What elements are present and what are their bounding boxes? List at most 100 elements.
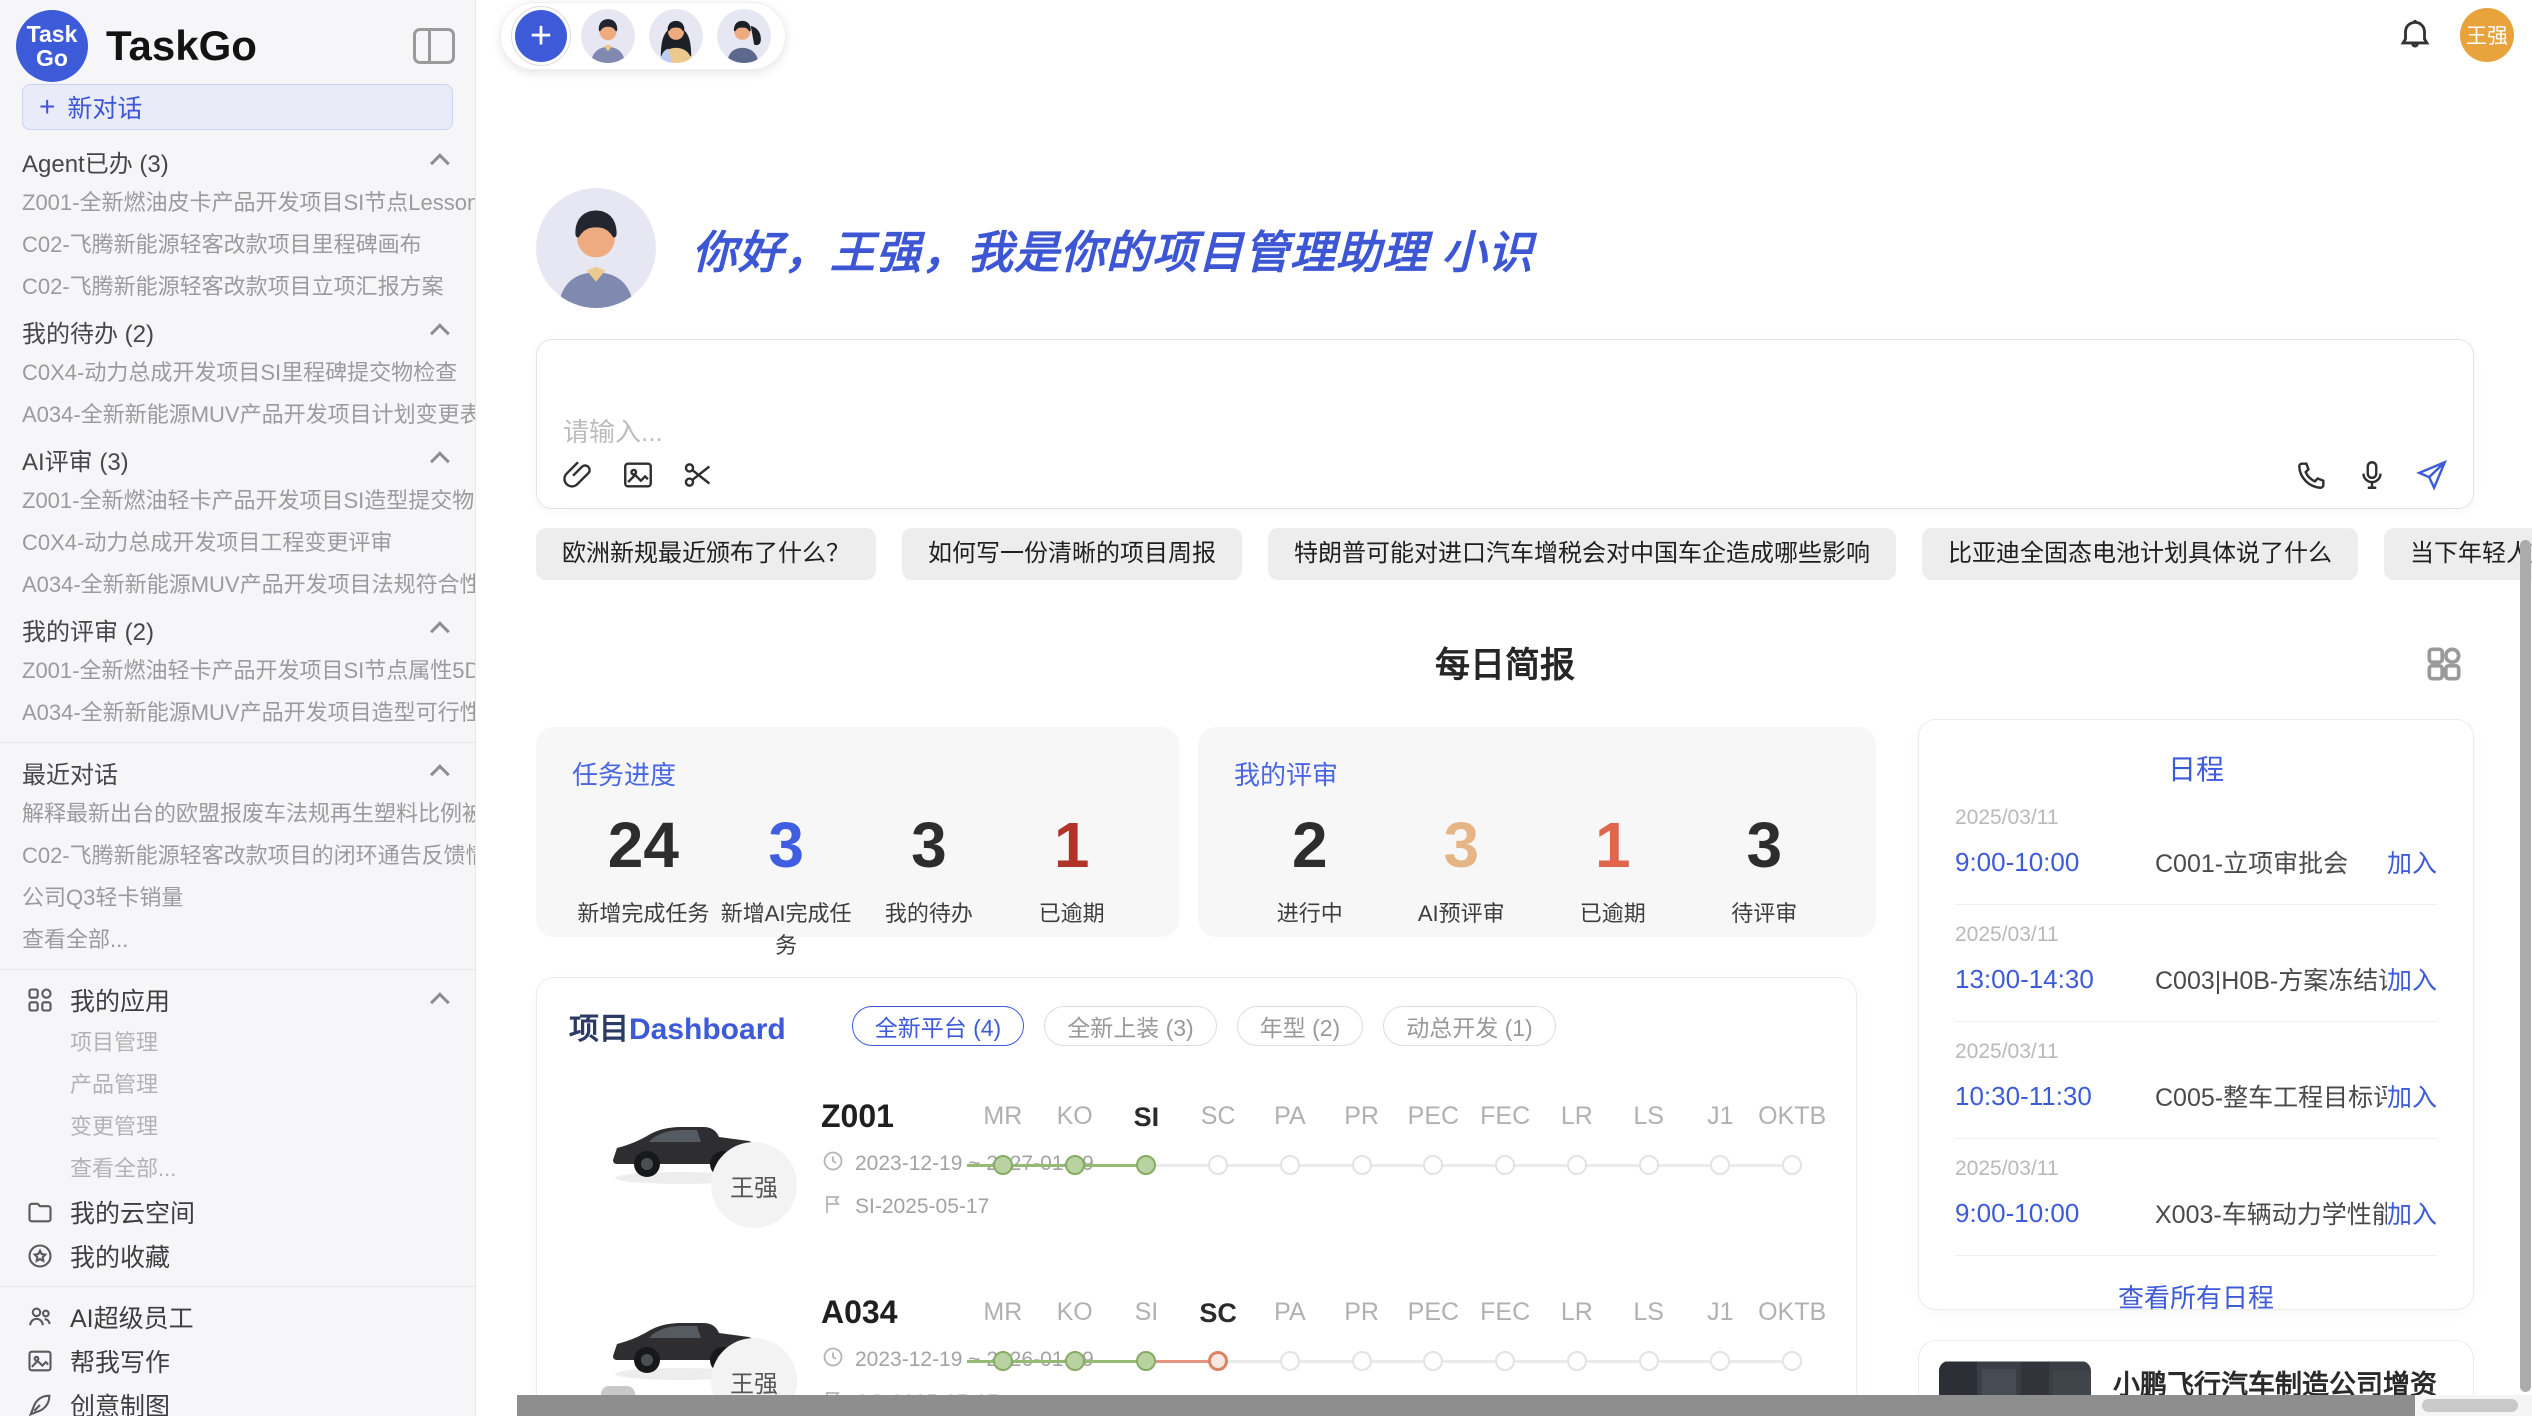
- suggestion-chip[interactable]: 特朗普可能对进口汽车增税会对中国车企造成哪些影响: [1268, 528, 1896, 580]
- sidebar-task-item[interactable]: C0X4-动力总成开发项目SI里程碑提交物检查: [0, 352, 475, 394]
- stat-value: 1: [1537, 810, 1689, 880]
- app-sub-item[interactable]: 查看全部...: [0, 1148, 475, 1190]
- session-avatars-bar: +: [500, 2, 786, 70]
- milestone-dot-cell: [1756, 1143, 1828, 1189]
- event-date: 2025/03/11: [1955, 923, 2437, 947]
- add-session-button[interactable]: +: [515, 10, 567, 62]
- chat-composer[interactable]: 请输入...: [536, 339, 2474, 509]
- dashboard-filter[interactable]: 动总开发 (1): [1383, 1006, 1556, 1046]
- milestone-label: PEC: [1398, 1298, 1470, 1329]
- milestone-dot: [1280, 1155, 1300, 1175]
- milestone-dot: [1352, 1351, 1372, 1371]
- milestone-dot-cell: [1111, 1143, 1183, 1189]
- sidebar-section-header[interactable]: 我的待办 (2): [0, 310, 475, 352]
- event-time: 13:00-14:30: [1955, 964, 2155, 995]
- composer-right-icons: [2295, 458, 2449, 492]
- sidebar-collapse-icon[interactable]: [413, 28, 455, 64]
- recent-chat-item[interactable]: 查看全部...: [0, 919, 475, 961]
- stat-row: 2 进行中 3 AI预评审 1 已逾期 3 待评审: [1234, 810, 1840, 928]
- recent-chat-item[interactable]: 解释最新出台的欧盟报废车法规再生塑料比例被调至15%...: [0, 793, 475, 835]
- sidebar-task-item[interactable]: A034-全新新能源MUV产品开发项目计划变更表编写: [0, 394, 475, 436]
- event-join-link[interactable]: 加入: [2387, 1078, 2437, 1114]
- avatar-man-icon[interactable]: [581, 9, 635, 63]
- sidebar-task-item[interactable]: A034-全新新能源MUV产品开发项目法规符合性评审: [0, 564, 475, 606]
- sidebar-item-ai-employee[interactable]: AI超级员工: [0, 1295, 475, 1339]
- recent-chat-item[interactable]: 公司Q3轻卡销量: [0, 877, 475, 919]
- sidebar-item-cloud-space[interactable]: 我的云空间: [0, 1190, 475, 1234]
- user-avatar[interactable]: 王强: [2460, 8, 2514, 62]
- topbar-right: 王强: [2396, 8, 2514, 62]
- divider: [0, 742, 475, 743]
- sidebar-task-item[interactable]: C0X4-动力总成开发项目工程变更评审: [0, 522, 475, 564]
- sidebar-task-item[interactable]: C02-飞腾新能源轻客改款项目立项汇报方案: [0, 266, 475, 308]
- app-title: TaskGo: [106, 22, 257, 70]
- event-join-link[interactable]: 加入: [2387, 961, 2437, 997]
- vertical-scrollbar-thumb[interactable]: [2520, 540, 2531, 1392]
- schedule-event: 2025/03/11 9:00-10:00 X003-车辆动力学性能验... 加…: [1955, 1139, 2437, 1256]
- milestone-label: PR: [1326, 1102, 1398, 1133]
- avatar-woman2-icon[interactable]: [717, 9, 771, 63]
- dashboard-filter[interactable]: 全新平台 (4): [852, 1006, 1025, 1046]
- project-list: 王强 Z001 2023-12-19 ~ 2027-01-19 SI-2025-…: [537, 1096, 1856, 1416]
- recent-section-header[interactable]: 最近对话: [0, 751, 475, 793]
- event-join-link[interactable]: 加入: [2387, 844, 2437, 880]
- sidebar-section-header[interactable]: Agent已办 (3): [0, 140, 475, 182]
- sidebar-task-item[interactable]: A034-全新新能源MUV产品开发项目造型可行性评审: [0, 692, 475, 734]
- attachment-icon[interactable]: [561, 458, 595, 492]
- project-row[interactable]: 王强 Z001 2023-12-19 ~ 2027-01-19 SI-2025-…: [537, 1096, 1856, 1260]
- layout-grid-icon[interactable]: [2422, 642, 2466, 686]
- suggestion-chip[interactable]: 欧洲新规最近颁布了什么？: [536, 528, 876, 580]
- app-sub-item[interactable]: 变更管理: [0, 1106, 475, 1148]
- event-join-link[interactable]: 加入: [2387, 1195, 2437, 1231]
- view-all-schedule-link[interactable]: 查看所有日程: [1955, 1278, 2437, 1315]
- new-chat-button[interactable]: + 新对话: [22, 84, 453, 130]
- favorites-label: 我的收藏: [70, 1238, 170, 1274]
- avatar-woman-icon[interactable]: [649, 9, 703, 63]
- apps-section: 我的应用 项目管理产品管理变更管理查看全部...: [0, 978, 475, 1190]
- milestone-dot-cell: [1326, 1143, 1398, 1189]
- sidebar-section: 我的评审 (2) Z001-全新燃油轻卡产品开发项目SI节点属性5D文件评审A0…: [0, 608, 475, 734]
- app-sub-item[interactable]: 项目管理: [0, 1022, 475, 1064]
- event-name: X003-车辆动力学性能验...: [2155, 1195, 2387, 1231]
- sidebar-item-creative-draw[interactable]: 创意制图: [0, 1383, 475, 1416]
- suggestion-chip[interactable]: 如何写一份清晰的项目周报: [902, 528, 1242, 580]
- sidebar-item-favorites[interactable]: 我的收藏: [0, 1234, 475, 1278]
- image-upload-icon[interactable]: [621, 458, 655, 492]
- sidebar-task-item[interactable]: Z001-全新燃油轻卡产品开发项目SI造型提交物评审: [0, 480, 475, 522]
- microphone-icon[interactable]: [2355, 458, 2389, 492]
- sidebar-task-item[interactable]: Z001-全新燃油皮卡产品开发项目SI节点Lesson Learn报告: [0, 182, 475, 224]
- sidebar-item-my-apps[interactable]: 我的应用: [0, 978, 475, 1022]
- send-icon[interactable]: [2415, 458, 2449, 492]
- milestone-dot-cell: [1469, 1143, 1541, 1189]
- app-sub-item[interactable]: 产品管理: [0, 1064, 475, 1106]
- horizontal-scrollbar[interactable]: [517, 1395, 2532, 1416]
- bell-icon[interactable]: [2396, 16, 2434, 54]
- suggestion-chip[interactable]: 当下年轻人对汽车外观有怎样的喜好趋势: [2384, 528, 2532, 580]
- sidebar-section-header[interactable]: 我的评审 (2): [0, 608, 475, 650]
- vertical-scrollbar[interactable]: [2520, 540, 2531, 1392]
- sidebar-section-header[interactable]: AI评审 (3): [0, 438, 475, 480]
- event-row: 10:30-11:30 C005-整车工程目标评审 加入: [1955, 1078, 2437, 1114]
- stat-value: 24: [572, 810, 715, 880]
- sidebar-task-item[interactable]: C02-飞腾新能源轻客改款项目里程碑画布: [0, 224, 475, 266]
- recent-chat-item[interactable]: C02-飞腾新能源轻客改款项目的闭环通告反馈情况: [0, 835, 475, 877]
- image-icon: [26, 1347, 54, 1375]
- horizontal-scrollbar-thumb[interactable]: [517, 1395, 2415, 1416]
- milestone-dot: [1710, 1351, 1730, 1371]
- sidebar-scroll: Agent已办 (3) Z001-全新燃油皮卡产品开发项目SI节点Lesson …: [0, 140, 475, 1416]
- stat-label: 待评审: [1689, 896, 1841, 928]
- dashboard-filter[interactable]: 年型 (2): [1237, 1006, 1364, 1046]
- dashboard-filter[interactable]: 全新上装 (3): [1044, 1006, 1217, 1046]
- sidebar-item-help-write[interactable]: 帮我写作: [0, 1339, 475, 1383]
- sidebar-task-item[interactable]: Z001-全新燃油轻卡产品开发项目SI节点属性5D文件评审: [0, 650, 475, 692]
- milestone-dot-cell: [1182, 1339, 1254, 1385]
- phone-icon[interactable]: [2295, 458, 2329, 492]
- daily-stat-card: 任务进度 24 新增完成任务 3 新增AI完成任务 3 我的待办 1 已逾期: [536, 727, 1179, 937]
- milestone-label: SC: [1182, 1298, 1254, 1329]
- suggestion-chip[interactable]: 比亚迪全固态电池计划具体说了什么: [1922, 528, 2358, 580]
- composer-left-icons: [561, 458, 715, 492]
- schedule-title: 日程: [1955, 748, 2437, 788]
- milestone-label: FEC: [1469, 1102, 1541, 1133]
- scissors-icon[interactable]: [681, 458, 715, 492]
- recent-section: 最近对话 解释最新出台的欧盟报废车法规再生塑料比例被调至15%...C02-飞腾…: [0, 751, 475, 961]
